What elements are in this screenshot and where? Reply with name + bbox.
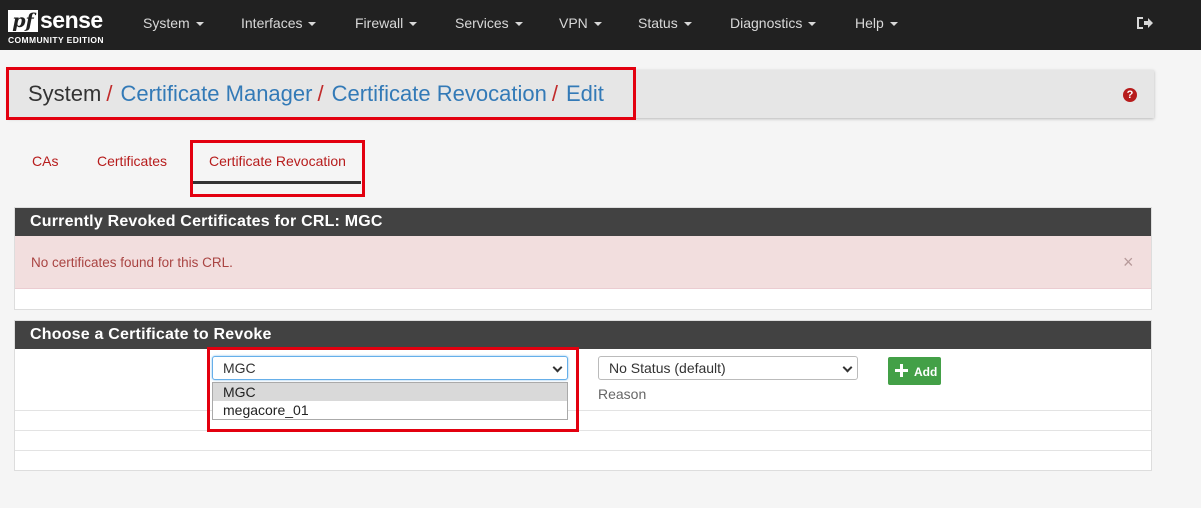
breadcrumb-certificate-revocation[interactable]: Certificate Revocation [332,81,547,106]
breadcrumb-panel: System / Certificate Manager / Certificate R… [8,70,1154,118]
nav-vpn[interactable]: VPN [559,0,602,50]
add-button-label: Add [914,365,938,379]
tab-certificate-revocation[interactable]: Certificate Revocation [209,153,346,169]
revoked-panel-title: Currently Revoked Certificates for CRL: … [15,208,1151,236]
nav-status[interactable]: Status [638,0,692,50]
revoke-panel-title: Choose a Certificate to Revoke [15,321,1151,349]
nav-interfaces[interactable]: Interfaces [241,0,317,50]
nav-help-label: Help [855,15,884,31]
nav-diagnostics[interactable]: Diagnostics [730,0,817,50]
plus-icon [895,364,908,377]
nav-vpn-label: VPN [559,15,588,31]
nav-firewall-label: Firewall [355,15,404,31]
certificate-select-dropdown: MGC megacore_01 [212,382,568,420]
nav-interfaces-label: Interfaces [241,15,303,31]
chevron-down-icon [552,362,563,373]
nav-status-label: Status [638,15,678,31]
row-divider [15,410,1151,411]
caret-down-icon [808,22,817,27]
caret-down-icon [593,22,602,27]
question-circle-icon[interactable]: ? [1123,88,1137,102]
reason-label: Reason [598,386,647,402]
certificate-select[interactable]: MGC [212,356,568,380]
nav-system-label: System [143,15,190,31]
certificate-option-megacore-01[interactable]: megacore_01 [213,401,567,419]
certificate-select-value: MGC [223,360,256,376]
nav-help[interactable]: Help [855,0,898,50]
reason-select[interactable]: No Status (default) [598,356,858,380]
nav-system[interactable]: System [143,0,204,50]
sign-out-icon[interactable] [1136,15,1154,31]
caret-down-icon [308,22,317,27]
breadcrumb-separator: / [317,81,324,106]
logo-pf-mark: pf [8,10,38,32]
caret-down-icon [409,22,418,27]
row-divider [15,430,1151,431]
tab-certificates[interactable]: Certificates [97,153,167,169]
logo-wordmark: sense [40,7,103,33]
chevron-down-icon [842,362,853,373]
caret-down-icon [889,22,898,27]
nav-firewall[interactable]: Firewall [355,0,418,50]
breadcrumb-separator: / [551,81,558,106]
breadcrumb-certificate-manager[interactable]: Certificate Manager [120,81,312,106]
close-icon[interactable]: × [1123,236,1134,289]
tab-cas[interactable]: CAs [32,153,58,169]
alert-text: No certificates found for this CRL. [31,255,233,270]
revoke-certificate-panel: Choose a Certificate to Revoke [14,320,1152,471]
top-navbar: pf sense COMMUNITY EDITION System Interf… [0,0,1201,50]
logo-edition: COMMUNITY EDITION [8,35,104,45]
breadcrumb-system: System [28,81,102,106]
pfsense-logo[interactable]: pf sense COMMUNITY EDITION [8,6,118,46]
certificate-option-mgc[interactable]: MGC [213,383,567,401]
nav-services-label: Services [455,15,509,31]
nav-diagnostics-label: Diagnostics [730,15,803,31]
add-button[interactable]: Add [888,357,941,385]
caret-down-icon [195,22,204,27]
active-tab-indicator [193,181,361,184]
caret-down-icon [514,22,523,27]
nav-services[interactable]: Services [455,0,523,50]
revoked-certificates-panel: Currently Revoked Certificates for CRL: … [14,207,1152,310]
breadcrumb: System / Certificate Manager / Certificate R… [28,80,604,108]
reason-select-value: No Status (default) [609,360,726,376]
empty-alert: No certificates found for this CRL. × [15,236,1151,289]
row-divider [15,450,1151,451]
breadcrumb-separator: / [106,81,113,106]
breadcrumb-edit[interactable]: Edit [566,81,604,106]
caret-down-icon [683,22,692,27]
